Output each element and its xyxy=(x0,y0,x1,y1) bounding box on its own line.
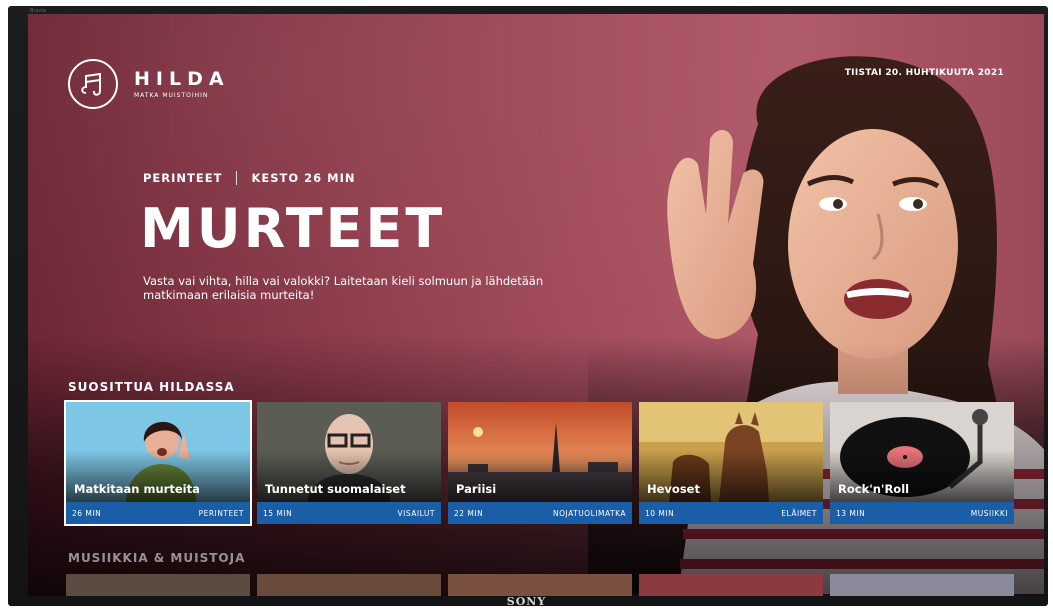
program-card-rock-n-roll[interactable]: Rock'n'Roll 13 MIN MUSIIKKI xyxy=(830,402,1014,524)
card-category: VISAILUT xyxy=(397,508,435,518)
card-category: PERINTEET xyxy=(198,508,244,518)
card-info-bar: 22 MIN NOJATUOLIMATKA xyxy=(448,502,632,524)
card-title: Rock'n'Roll xyxy=(838,482,910,496)
program-card-partial[interactable] xyxy=(66,574,250,596)
program-card-matkitaan-murteita[interactable]: Matkitaan murteita 26 MIN PERINTEET xyxy=(64,400,252,526)
card-info-bar: 26 MIN PERINTEET xyxy=(66,502,250,524)
app-tagline: MATKA MUISTOIHIN xyxy=(134,92,209,99)
tv-brand-logo: SONY xyxy=(506,595,547,608)
app-logo: HILDA MATKA MUISTOIHIN xyxy=(68,59,230,109)
program-card-hevoset[interactable]: Hevoset 10 MIN ELÄIMET xyxy=(639,402,823,524)
card-title: Pariisi xyxy=(456,482,497,496)
card-duration: 26 MIN xyxy=(72,508,102,518)
section-title-popular: SUOSITTUA HILDASSA xyxy=(68,380,235,394)
hero-duration: KESTO 26 MIN xyxy=(251,171,356,185)
popular-row: Matkitaan murteita 26 MIN PERINTEET Tunn… xyxy=(64,400,1021,526)
card-title: Tunnetut suomalaiset xyxy=(265,482,406,496)
card-info-bar: 13 MIN MUSIIKKI xyxy=(830,502,1014,524)
card-duration: 15 MIN xyxy=(263,508,293,518)
hilda-logo-icon xyxy=(68,59,118,109)
app-screen: HILDA MATKA MUISTOIHIN TIISTAI 20. HUHTI… xyxy=(28,14,1044,596)
program-card-tunnetut-suomalaiset[interactable]: Tunnetut suomalaiset 15 MIN VISAILUT xyxy=(257,402,441,524)
app-name: HILDA xyxy=(134,68,230,90)
card-info-bar: 15 MIN VISAILUT xyxy=(257,502,441,524)
hero-description: Vasta vai vihta, hilla vai valokki? Lait… xyxy=(143,274,544,302)
card-title: Hevoset xyxy=(647,482,700,496)
program-card-pariisi[interactable]: Pariisi 22 MIN NOJATUOLIMATKA xyxy=(448,402,632,524)
card-category: NOJATUOLIMATKA xyxy=(552,508,626,518)
card-duration: 10 MIN xyxy=(645,508,675,518)
program-card-partial[interactable] xyxy=(257,574,441,596)
card-title: Matkitaan murteita xyxy=(74,482,200,496)
meta-divider xyxy=(236,171,238,185)
tv-frame: Bravia SONY HILDA MATKA MUISTOIHIN TIIST… xyxy=(0,0,1053,613)
current-date: TIISTAI 20. HUHTIKUUTA 2021 xyxy=(844,68,1004,78)
card-duration: 13 MIN xyxy=(836,508,866,518)
program-card-partial[interactable] xyxy=(830,574,1014,596)
program-card-partial[interactable] xyxy=(448,574,632,596)
card-info-bar: 10 MIN ELÄIMET xyxy=(639,502,823,524)
hero-title: MURTEET xyxy=(140,197,446,260)
card-category: ELÄIMET xyxy=(781,508,817,518)
hero-meta: PERINTEET KESTO 26 MIN xyxy=(143,171,355,185)
card-category: MUSIIKKI xyxy=(970,508,1008,518)
music-row xyxy=(66,574,1021,596)
section-title-music: MUSIIKKIA & MUISTOJA xyxy=(68,551,246,565)
card-duration: 22 MIN xyxy=(454,508,484,518)
hero-category: PERINTEET xyxy=(143,171,223,185)
program-card-partial[interactable] xyxy=(639,574,823,596)
